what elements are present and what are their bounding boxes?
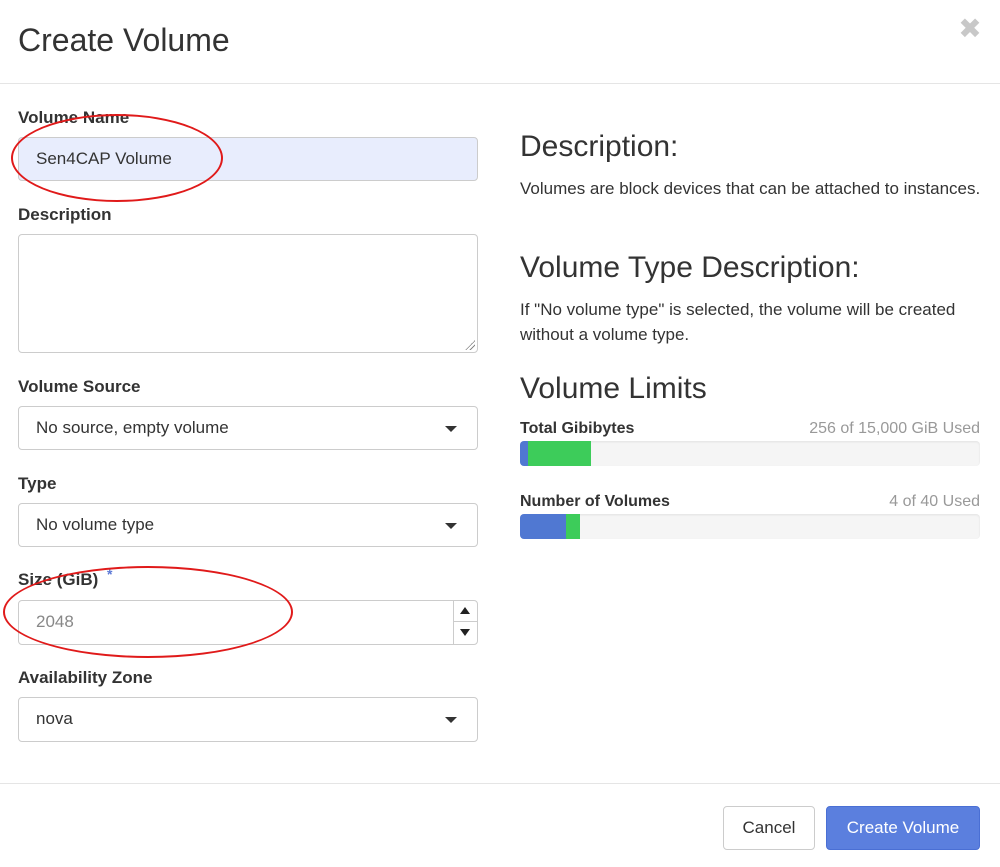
added-usage-segment (528, 441, 591, 466)
number-of-volumes-used: 4 of 40 Used (889, 493, 980, 510)
caret-down-icon (445, 717, 457, 723)
availability-zone-label: Availability Zone (18, 668, 153, 687)
total-gibibytes-bar (520, 441, 980, 466)
description-label: Description (18, 205, 112, 224)
size-placeholder: 2048 (36, 612, 74, 631)
description-textarea[interactable] (18, 234, 478, 353)
number-of-volumes-bar (520, 514, 980, 539)
volume-limits-heading: Volume Limits (520, 372, 707, 405)
spinner-down-icon[interactable] (454, 622, 477, 643)
volume-type-text: If "No volume type" is selected, the vol… (520, 300, 956, 344)
description-heading: Description: (520, 130, 679, 163)
volume-name-label: Volume Name (18, 108, 130, 127)
availability-zone-select[interactable]: nova (18, 697, 478, 742)
volume-source-label: Volume Source (18, 377, 141, 396)
close-icon[interactable]: ✖ (955, 14, 985, 44)
create-volume-modal: Create Volume ✖ Volume Name Sen4CAP Volu… (0, 0, 1000, 867)
size-spinner (453, 601, 477, 644)
volume-source-select[interactable]: No source, empty volume (18, 406, 478, 450)
size-input[interactable]: 2048 (18, 600, 478, 645)
modal-header: Create Volume ✖ (0, 0, 1000, 84)
cancel-button[interactable]: Cancel (723, 806, 815, 850)
required-marker: * (107, 566, 113, 582)
modal-footer: Cancel Create Volume (0, 783, 1000, 867)
current-usage-segment (520, 441, 528, 466)
create-volume-button[interactable]: Create Volume (826, 806, 980, 850)
caret-down-icon (445, 426, 457, 432)
type-value: No volume type (36, 515, 155, 534)
total-gibibytes-used: 256 of 15,000 GiB Used (809, 420, 980, 437)
spinner-up-icon[interactable] (454, 601, 477, 622)
modal-title: Create Volume (18, 22, 230, 58)
added-usage-segment (566, 514, 580, 539)
volume-type-heading: Volume Type Description: (520, 251, 860, 284)
type-select[interactable]: No volume type (18, 503, 478, 547)
caret-down-icon (445, 523, 457, 529)
type-label: Type (18, 474, 57, 493)
availability-zone-value: nova (36, 709, 73, 728)
size-label: Size (GiB) (18, 570, 99, 589)
volume-name-input[interactable]: Sen4CAP Volume (18, 137, 478, 181)
total-gibibytes-label: Total Gibibytes (520, 420, 635, 437)
number-of-volumes-label: Number of Volumes (520, 493, 670, 510)
resize-grip-icon[interactable] (465, 340, 475, 350)
volume-source-value: No source, empty volume (36, 418, 229, 437)
current-usage-segment (520, 514, 566, 539)
description-text: Volumes are block devices that can be at… (520, 179, 981, 198)
